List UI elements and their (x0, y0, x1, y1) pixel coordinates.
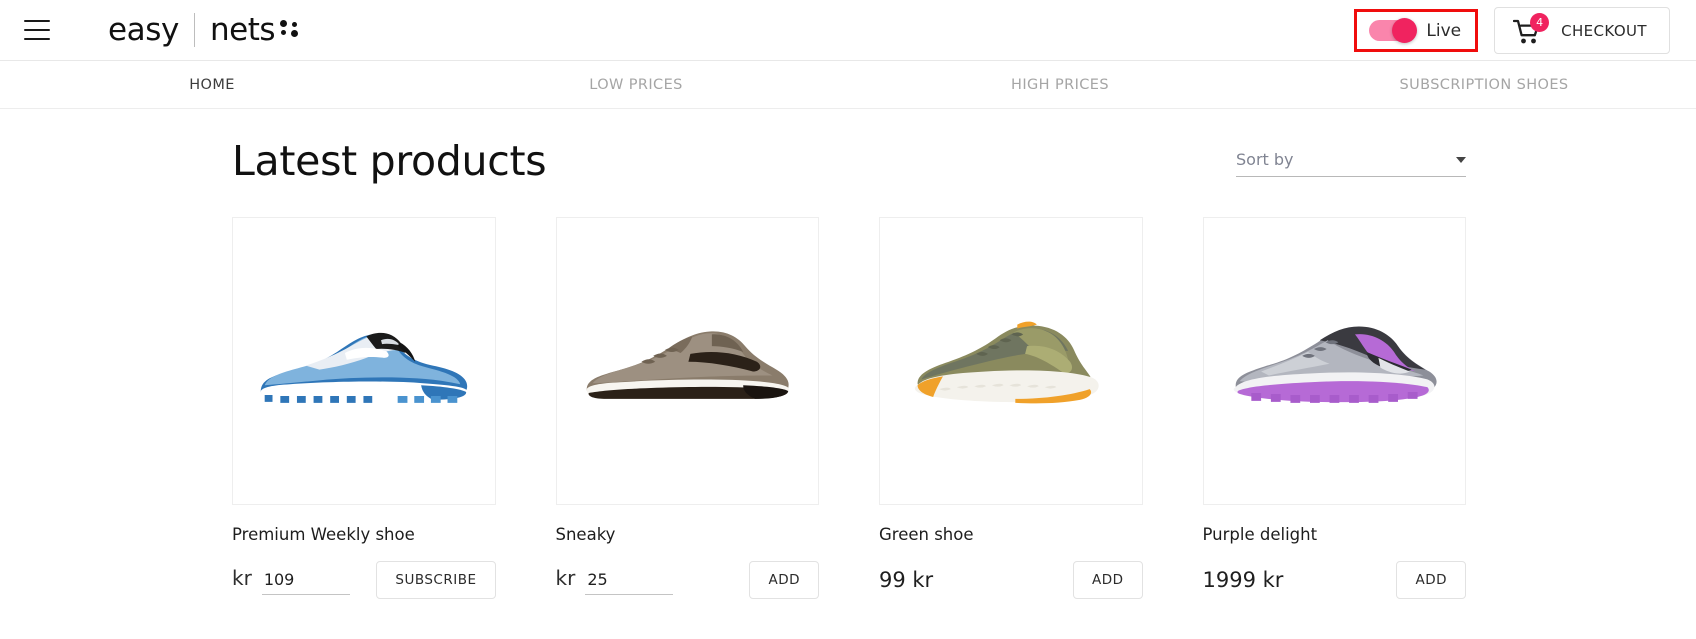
product-image-gray-purple-running-shoe[interactable] (1202, 217, 1466, 505)
product-card: Green shoe 99 kr ADD (879, 217, 1143, 600)
product-name: Premium Weekly shoe (232, 525, 415, 544)
add-to-cart-button[interactable]: ADD (749, 561, 819, 599)
nav-item-home[interactable]: HOME (0, 77, 424, 93)
product-image-olive-knit-shoe[interactable] (879, 217, 1143, 505)
product-price: 99 kr (879, 568, 934, 592)
live-mode-toggle-highlight: Live (1354, 9, 1479, 52)
brand-nets-text: nets (209, 12, 276, 48)
main-navigation: HOME LOW PRICES HIGH PRICES SUBSCRIPTION… (0, 61, 1696, 109)
header-right-controls: Live 4 CHECKOUT (1354, 0, 1670, 61)
product-name: Green shoe (879, 525, 974, 544)
add-to-cart-button[interactable]: ADD (1072, 561, 1143, 599)
page-title: Latest products (232, 137, 547, 185)
product-price: 1999 kr (1202, 568, 1284, 592)
top-header-bar: easy nets Live 4 CHECKOUT (0, 0, 1696, 61)
product-price-editor: kr (556, 566, 674, 595)
product-name: Purple delight (1202, 525, 1318, 544)
product-action-row: 1999 kr ADD (1202, 560, 1466, 600)
hamburger-menu-icon[interactable] (24, 20, 50, 40)
add-to-cart-button[interactable]: ADD (1396, 561, 1466, 599)
sort-by-dropdown[interactable]: Sort by (1236, 150, 1466, 177)
content-header-row: Latest products Sort by (232, 109, 1466, 185)
cart-count-badge: 4 (1530, 12, 1550, 32)
brand-easy-text: easy (108, 12, 179, 48)
product-action-row: 99 kr ADD (879, 560, 1143, 600)
nets-dots-icon (280, 19, 299, 37)
product-name: Sneaky (555, 525, 616, 544)
product-image-blue-running-shoe[interactable] (232, 217, 496, 505)
sort-by-label: Sort by (1236, 150, 1294, 169)
product-image-brown-sneaker[interactable] (555, 217, 819, 505)
price-input[interactable] (261, 569, 350, 595)
brand-logo[interactable]: easy nets (108, 8, 299, 52)
subscribe-button[interactable]: SUBSCRIBE (376, 561, 496, 599)
shopping-cart-icon: 4 (1513, 12, 1550, 45)
live-mode-toggle[interactable] (1369, 18, 1418, 43)
checkout-button-label: CHECKOUT (1561, 21, 1647, 40)
checkout-button[interactable]: 4 CHECKOUT (1494, 7, 1670, 54)
product-grid: Premium Weekly shoe kr SUBSCRIBE (232, 217, 1466, 600)
product-card: Sneaky kr ADD (555, 217, 819, 600)
nav-item-subscription-shoes[interactable]: SUBSCRIPTION SHOES (1272, 77, 1696, 93)
product-card: Purple delight 1999 kr ADD (1202, 217, 1466, 600)
toggle-knob (1392, 18, 1418, 43)
main-content: Latest products Sort by Premium Weekly s… (0, 109, 1696, 600)
brand-divider (193, 13, 195, 47)
product-price-editor: kr (232, 566, 350, 595)
live-mode-label: Live (1426, 20, 1462, 41)
currency-label: kr (232, 565, 252, 590)
product-card: Premium Weekly shoe kr SUBSCRIBE (232, 217, 496, 600)
currency-label: kr (555, 565, 576, 590)
product-action-row: kr SUBSCRIBE (232, 560, 496, 600)
price-input[interactable] (585, 569, 674, 595)
product-action-row: kr ADD (556, 560, 819, 600)
chevron-down-icon (1456, 156, 1466, 163)
nav-item-high-prices[interactable]: HIGH PRICES (848, 77, 1272, 93)
nav-item-low-prices[interactable]: LOW PRICES (424, 77, 848, 93)
